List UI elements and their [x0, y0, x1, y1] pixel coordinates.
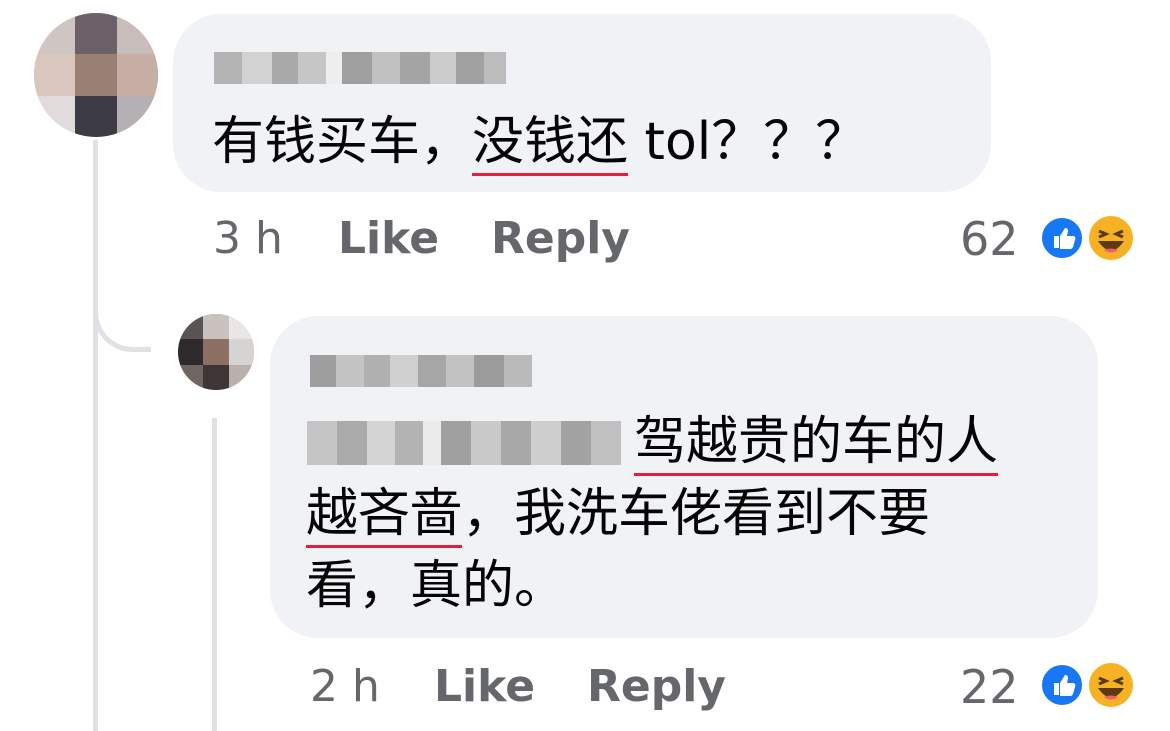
avatar-pixel: [229, 314, 254, 339]
like-icon[interactable]: [1039, 662, 1085, 708]
avatar-pixel: [178, 339, 203, 365]
avatar-pixel: [75, 54, 117, 96]
reply-text-line2: 越吝啬，我洗车佬看到不要: [306, 482, 930, 546]
avatar[interactable]: [178, 314, 254, 390]
thread-connector-curve: [93, 290, 151, 352]
reply-text-line3: 看，真的。: [306, 556, 567, 616]
haha-icon[interactable]: [1086, 660, 1136, 710]
like-button[interactable]: Like: [338, 213, 439, 264]
reaction-count[interactable]: 22: [960, 660, 1019, 714]
reaction-count[interactable]: 62: [960, 212, 1019, 266]
reply-button[interactable]: Reply: [587, 661, 726, 712]
mentioned-user-blurred[interactable]: [307, 421, 621, 465]
reply-button[interactable]: Reply: [491, 213, 630, 264]
avatar-pixel: [203, 365, 229, 390]
comment-text: 有钱买车，没钱还 tol？？？: [212, 110, 867, 174]
comment-text-plain: 有钱买车，: [212, 112, 473, 172]
avatar-pixel: [34, 54, 75, 96]
avatar-pixel: [229, 339, 254, 365]
avatar-pixel: [229, 365, 254, 390]
comment-text-highlighted: 没钱还: [472, 112, 629, 172]
like-icon[interactable]: [1039, 215, 1085, 261]
thread-line-reply: [212, 418, 217, 731]
thread-line-main: [93, 140, 98, 731]
comment-text-after: tol？？？: [628, 112, 868, 172]
avatar-pixel: [34, 13, 75, 54]
avatar-pixel: [203, 339, 229, 365]
reply-text-line1-highlighted: 驾越贵的车的人: [634, 412, 999, 472]
avatar-pixel: [203, 314, 229, 339]
like-button[interactable]: Like: [434, 661, 535, 712]
avatar-pixel: [75, 96, 117, 137]
avatar-pixel: [117, 54, 158, 96]
avatar-pixel: [178, 365, 203, 390]
comment-timestamp[interactable]: 3 h: [213, 213, 283, 264]
reply-text-highlighted: 越吝啬: [306, 484, 463, 544]
commenter-name-blurred[interactable]: [214, 52, 506, 84]
avatar-pixel: [117, 13, 158, 54]
avatar-pixel: [75, 13, 117, 54]
reply-timestamp[interactable]: 2 h: [310, 661, 380, 712]
haha-icon[interactable]: [1086, 213, 1136, 263]
avatar-pixel: [178, 314, 203, 339]
replier-name-blurred[interactable]: [310, 355, 532, 387]
avatar-pixel: [117, 96, 158, 137]
avatar[interactable]: [34, 13, 158, 137]
avatar-pixel: [34, 96, 75, 137]
reply-text-after: ，我洗车佬看到不要: [462, 484, 931, 544]
